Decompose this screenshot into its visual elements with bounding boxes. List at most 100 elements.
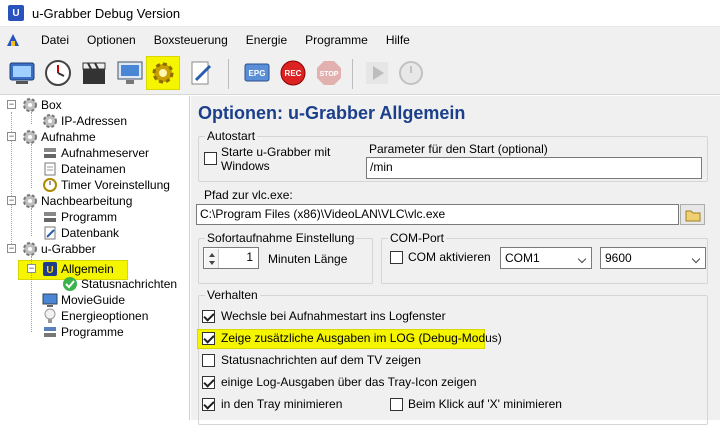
com-port-select[interactable]: COM1 [500, 247, 592, 269]
play-icon [366, 62, 388, 84]
menu-programme[interactable]: Programme [296, 27, 377, 53]
menu-boxsteuerung[interactable]: Boxsteuerung [145, 27, 237, 53]
menu-optionen[interactable]: Optionen [78, 27, 145, 53]
monitor-icon [117, 61, 143, 84]
autostart-label-line2: Windows [221, 159, 270, 173]
tree-line [31, 112, 32, 124]
monitor-icon [42, 293, 58, 307]
debug-log-label: Zeige zusätzliche Ausgaben im LOG (Debug… [221, 331, 502, 345]
menu-hilfe[interactable]: Hilfe [377, 27, 419, 53]
tree-item-u-grabber[interactable]: u-Grabber [22, 241, 96, 257]
minimize-on-close-label: Beim Klick auf 'X' minimieren [408, 397, 562, 411]
tree-item-dateinamen[interactable]: Dateinamen [42, 161, 126, 177]
rec-icon: REC [280, 60, 306, 86]
clock-button[interactable] [41, 56, 75, 90]
com-enable-checkbox[interactable] [390, 251, 403, 264]
minimize-to-tray-label: in den Tray minimieren [221, 397, 343, 411]
document-icon [44, 162, 56, 176]
box-tv-button[interactable] [5, 56, 39, 90]
window-title: u-Grabber Debug Version [32, 5, 181, 21]
svg-text:REC: REC [285, 69, 302, 78]
record-button[interactable]: REC [276, 56, 310, 90]
tree-expander[interactable]: − [7, 100, 16, 109]
baud-rate-value: 9600 [605, 251, 632, 265]
program-list-icon [44, 327, 56, 337]
com-port-value: COM1 [505, 251, 540, 265]
settings-button[interactable] [146, 56, 180, 90]
autostart-group-label: Autostart [205, 129, 258, 143]
epg-icon: EPG [244, 63, 270, 82]
tree-expander[interactable]: − [7, 196, 16, 205]
clapperboard-button[interactable] [77, 56, 111, 90]
monitor-button[interactable] [113, 56, 147, 90]
tree-item-nachbearbeitung[interactable]: Nachbearbeitung [22, 193, 132, 209]
tray-log-checkbox[interactable] [202, 376, 215, 389]
tree-item-aufnahmeserver[interactable]: Aufnahmeserver [42, 145, 149, 161]
menu-datei[interactable]: Datei [32, 27, 78, 53]
timer-button[interactable] [394, 56, 428, 90]
minutes-spinner[interactable]: 1 [203, 247, 259, 269]
stop-icon: STOP [317, 61, 341, 85]
stop-button[interactable]: STOP [312, 56, 346, 90]
debug-log-checkbox[interactable] [202, 332, 215, 345]
app-logo-icon: U [8, 5, 24, 21]
gear-icon [23, 130, 37, 144]
minimize-to-tray-checkbox[interactable] [202, 398, 215, 411]
tree-item-allgemein[interactable]: U Allgemein [42, 261, 114, 277]
autostart-label-line1: Starte u-Grabber mit [221, 145, 331, 159]
gear-icon [23, 98, 37, 112]
spinner-buttons[interactable] [205, 249, 219, 268]
tree-item-programm[interactable]: Programm [42, 209, 117, 225]
play-button[interactable] [360, 56, 394, 90]
browse-button[interactable] [680, 204, 705, 225]
server-icon [44, 212, 56, 222]
gear-icon [152, 62, 174, 84]
tree-item-ip-adressen[interactable]: IP-Adressen [42, 113, 127, 129]
minimize-on-close-checkbox[interactable] [390, 398, 403, 411]
autostart-checkbox[interactable] [204, 152, 217, 165]
tree-item-programme[interactable]: Programme [42, 324, 124, 340]
server-icon [44, 148, 56, 158]
gear-icon [23, 194, 37, 208]
folder-icon [685, 210, 700, 221]
options-panel: Optionen: u-Grabber Allgemein Autostart … [191, 96, 720, 425]
menu-bar: Datei Optionen Boxsteuerung Energie Prog… [0, 27, 720, 53]
tree-item-timer-voreinstellung[interactable]: Timer Voreinstellung [42, 177, 170, 193]
lightbulb-icon [44, 308, 56, 323]
tree-expander[interactable]: − [27, 264, 36, 273]
chevron-down-icon [577, 254, 587, 264]
menu-energie[interactable]: Energie [237, 27, 296, 53]
tv-status-label: Statusnachrichten auf dem TV zeigen [221, 353, 421, 367]
baud-rate-select[interactable]: 9600 [600, 247, 706, 269]
edit-button[interactable] [184, 56, 218, 90]
gear-icon [43, 114, 57, 128]
tree-item-statusnachrichten[interactable]: Statusnachrichten [62, 276, 177, 292]
start-parameter-label: Parameter für den Start (optional) [369, 142, 548, 156]
com-port-group-label: COM-Port [388, 231, 446, 245]
system-menu-icon[interactable] [6, 33, 20, 47]
tree-item-box[interactable]: Box [22, 97, 62, 113]
tree-item-datenbank[interactable]: Datenbank [42, 225, 119, 241]
epg-button[interactable]: EPG [240, 56, 274, 90]
vlc-path-label: Pfad zur vlc.exe: [204, 188, 293, 202]
tree-expander[interactable]: − [7, 244, 16, 253]
clapperboard-icon [82, 62, 106, 84]
tree-item-movieguide[interactable]: MovieGuide [42, 292, 125, 308]
tree-expander[interactable]: − [7, 132, 16, 141]
pen-icon [44, 226, 56, 240]
minutes-value: 1 [246, 250, 253, 264]
page-title: Optionen: u-Grabber Allgemein [198, 103, 466, 123]
svg-text:U: U [46, 265, 53, 276]
svg-text:STOP: STOP [320, 71, 339, 78]
tree-item-aufnahme[interactable]: Aufnahme [22, 129, 96, 145]
tv-status-checkbox[interactable] [202, 354, 215, 367]
sofortaufnahme-group-label: Sofortaufnahme Einstellung [205, 231, 357, 245]
com-enable-label: COM aktivieren [408, 250, 491, 264]
logwindow-on-record-checkbox[interactable] [202, 310, 215, 323]
toolbar-separator [352, 59, 353, 89]
start-parameter-input[interactable]: /min [366, 157, 702, 179]
u-grabber-logo-icon: U [43, 262, 57, 276]
logwindow-on-record-label: Wechsle bei Aufnahmestart ins Logfenster [221, 309, 446, 323]
vlc-path-input[interactable]: C:\Program Files (x86)\VideoLAN\VLC\vlc.… [196, 204, 679, 225]
tree-item-energieoptionen[interactable]: Energieoptionen [42, 308, 148, 324]
